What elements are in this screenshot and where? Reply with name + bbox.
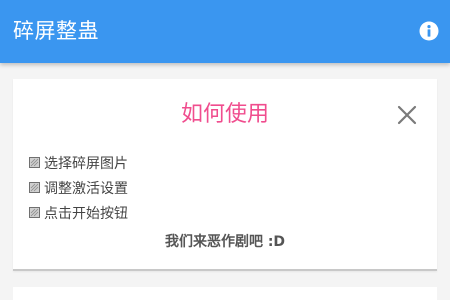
step-text: 选择碎屏图片 (44, 155, 128, 172)
checkbox-pattern-icon (29, 182, 40, 193)
info-icon[interactable] (419, 21, 439, 41)
instructions-card: 如何使用 选择碎屏图片 调整激活设置 点击开始按钮 我们来恶作剧吧:D (13, 79, 437, 271)
checkbox-pattern-icon (29, 207, 40, 218)
footer-note: 我们来恶作剧吧 :D (164, 234, 286, 250)
app-title: 碎屏整蛊 (13, 19, 99, 43)
next-card (13, 287, 437, 300)
steps-list: 选择碎屏图片 调整激活设置 点击开始按钮 (29, 150, 128, 225)
app-bar: 碎屏整蛊 (0, 0, 450, 63)
step-item: 选择碎屏图片 (29, 150, 128, 175)
step-item: 调整激活设置 (29, 175, 128, 200)
checkbox-pattern-icon (29, 157, 40, 168)
step-item: 点击开始按钮 (29, 200, 128, 225)
close-icon[interactable] (396, 104, 418, 126)
step-text: 调整激活设置 (44, 180, 128, 197)
step-text: 点击开始按钮 (44, 205, 128, 222)
card-title: 如何使用 (180, 102, 269, 127)
